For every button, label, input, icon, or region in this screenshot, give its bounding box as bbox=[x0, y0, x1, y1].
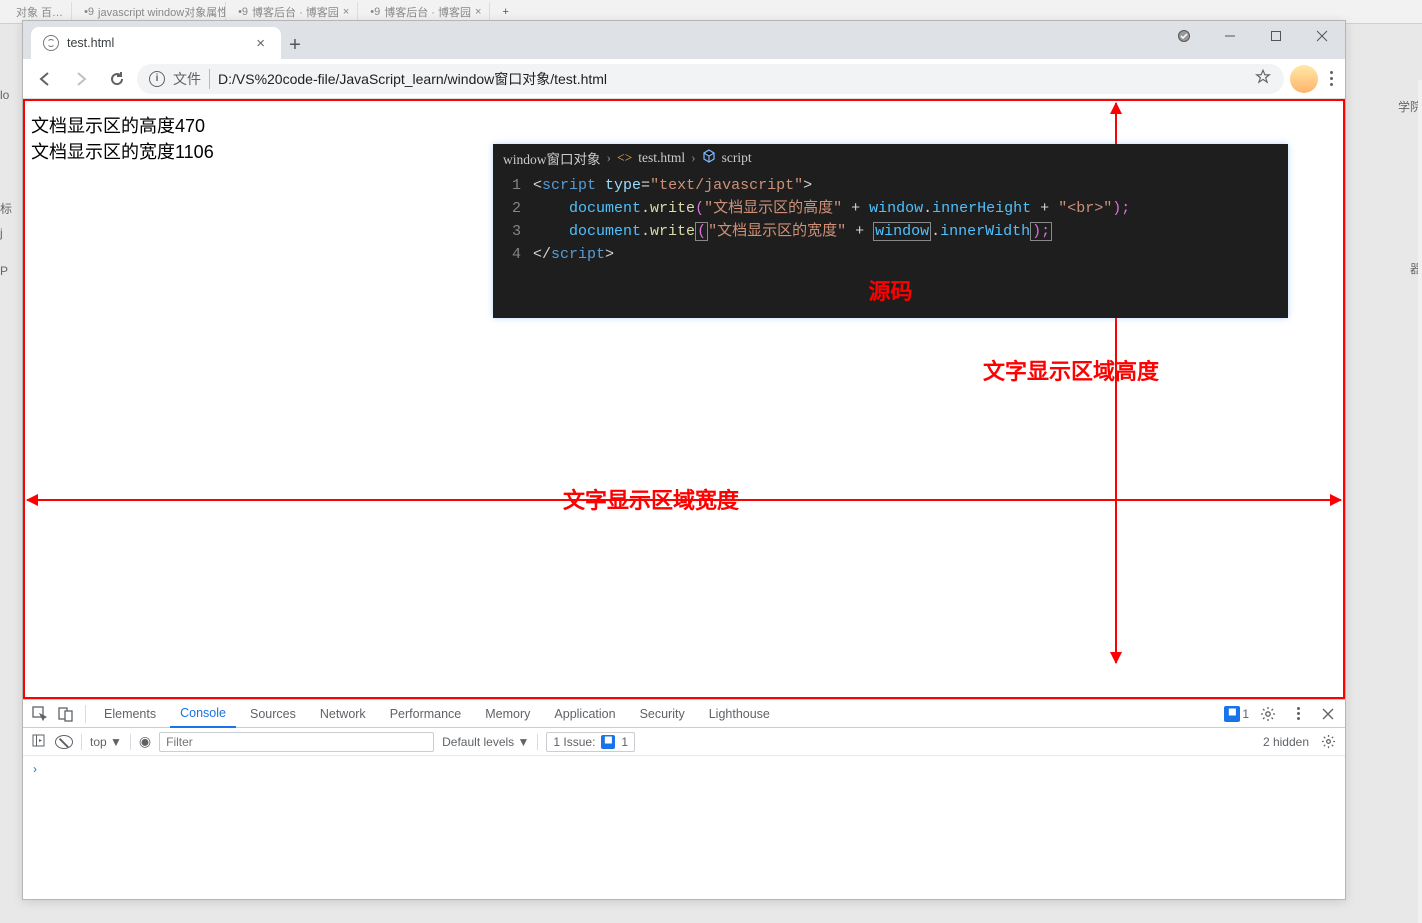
clipped-text: 标 bbox=[0, 200, 12, 217]
crumb: test.html bbox=[638, 150, 685, 166]
window-maximize-button[interactable] bbox=[1253, 21, 1299, 51]
hidden-count: 2 hidden bbox=[1263, 735, 1309, 749]
width-label-annotation: 文字显示区域宽度 bbox=[563, 483, 739, 515]
tab-performance[interactable]: Performance bbox=[380, 701, 472, 727]
tab-lighthouse[interactable]: Lighthouse bbox=[699, 701, 780, 727]
tab-security[interactable]: Security bbox=[630, 701, 695, 727]
tab-memory[interactable]: Memory bbox=[475, 701, 540, 727]
live-expression-icon[interactable]: ◉ bbox=[139, 733, 151, 750]
browser-menu-button[interactable] bbox=[1324, 65, 1339, 92]
issue-badge-icon: ⯀ bbox=[601, 735, 615, 749]
address-bar[interactable]: i 文件 D:/VS%20code-file/JavaScript_learn/… bbox=[137, 64, 1284, 94]
new-tab-button[interactable]: + bbox=[281, 31, 309, 59]
output-line: 文档显示区的宽度1106 bbox=[31, 139, 214, 165]
window-minimize-button[interactable] bbox=[1207, 21, 1253, 51]
devtools-panel: Elements Console Sources Network Perform… bbox=[23, 699, 1345, 899]
cupcake-icon bbox=[1290, 65, 1318, 93]
source-code-label: 源码 bbox=[493, 268, 1288, 306]
file-icon: <> bbox=[617, 150, 632, 166]
browser-window: test.html × + i 文件 D:/VS%20code-file/Jav… bbox=[22, 20, 1346, 900]
console-prompt: › bbox=[33, 762, 37, 776]
window-close-button[interactable] bbox=[1299, 21, 1345, 51]
clear-console-icon[interactable] bbox=[55, 735, 73, 749]
forward-button[interactable] bbox=[65, 63, 97, 95]
issue-badge-icon: ⯀ bbox=[1224, 706, 1240, 722]
bg-tab: •9 博客后台 · 博客园 × bbox=[362, 2, 490, 22]
device-toggle-icon[interactable] bbox=[55, 703, 77, 725]
info-icon[interactable]: i bbox=[149, 71, 165, 87]
crumb: window窗口对象 bbox=[503, 148, 601, 168]
output-line: 文档显示区的高度470 bbox=[31, 113, 214, 139]
tab-strip: test.html × + bbox=[23, 21, 1345, 59]
devtools-tabbar: Elements Console Sources Network Perform… bbox=[23, 700, 1345, 728]
console-settings-icon[interactable] bbox=[1317, 731, 1339, 753]
extension-button[interactable] bbox=[1288, 63, 1320, 95]
browser-tab[interactable]: test.html × bbox=[31, 27, 281, 59]
bg-tab: 对象 百… bbox=[8, 2, 72, 22]
page-viewport: 文档显示区的高度470 文档显示区的宽度1106 文字显示区域高度 文字显示区域… bbox=[23, 99, 1345, 699]
console-sidebar-toggle-icon[interactable] bbox=[29, 734, 47, 750]
bookmark-star-icon[interactable] bbox=[1254, 68, 1272, 89]
browser-toolbar: i 文件 D:/VS%20code-file/JavaScript_learn/… bbox=[23, 59, 1345, 99]
console-body[interactable]: › bbox=[23, 756, 1345, 899]
devtools-close-icon[interactable] bbox=[1317, 703, 1339, 725]
cube-icon bbox=[702, 149, 716, 167]
line-gutter: 1 2 3 4 bbox=[493, 172, 533, 268]
clipped-text: j bbox=[0, 226, 3, 240]
source-code-inset: window窗口对象 › <> test.html › script 1 2 3… bbox=[493, 144, 1288, 318]
devtools-more-icon[interactable] bbox=[1287, 703, 1309, 725]
reload-button[interactable] bbox=[101, 63, 133, 95]
back-button[interactable] bbox=[29, 63, 61, 95]
height-label-annotation: 文字显示区域高度 bbox=[983, 354, 1159, 386]
tab-sources[interactable]: Sources bbox=[240, 701, 306, 727]
log-level-selector[interactable]: Default levels ▼ bbox=[442, 735, 529, 749]
background-sliver bbox=[1418, 80, 1422, 923]
bg-new-tab[interactable]: + bbox=[494, 6, 516, 18]
console-filter-input[interactable] bbox=[159, 732, 434, 752]
issues-box[interactable]: 1 Issue: ⯀ 1 bbox=[546, 732, 635, 752]
editor-breadcrumbs: window窗口对象 › <> test.html › script bbox=[493, 144, 1288, 172]
url-text: D:/VS%20code-file/JavaScript_learn/windo… bbox=[218, 69, 607, 89]
context-selector[interactable]: top ▼ bbox=[90, 735, 122, 749]
tab-elements[interactable]: Elements bbox=[94, 701, 166, 727]
inspect-element-icon[interactable] bbox=[29, 703, 51, 725]
close-tab-button[interactable]: × bbox=[252, 35, 269, 52]
window-extra-button[interactable] bbox=[1161, 21, 1207, 51]
tab-application[interactable]: Application bbox=[544, 701, 625, 727]
tab-network[interactable]: Network bbox=[310, 701, 376, 727]
tab-title: test.html bbox=[67, 36, 114, 50]
tab-console[interactable]: Console bbox=[170, 700, 236, 728]
code-body: <script type="text/javascript"> document… bbox=[533, 172, 1288, 268]
page-output: 文档显示区的高度470 文档显示区的宽度1106 bbox=[31, 113, 214, 165]
issues-indicator[interactable]: ⯀ 1 bbox=[1224, 706, 1249, 722]
console-subbar: top ▼ ◉ Default levels ▼ 1 Issue: ⯀ 1 2 … bbox=[23, 728, 1345, 756]
clipped-text: P bbox=[0, 264, 8, 278]
crumb: script bbox=[722, 150, 752, 166]
scheme-label: 文件 bbox=[173, 69, 210, 89]
bg-tab: •9 javascript window对象属性和… × bbox=[76, 2, 226, 22]
globe-icon bbox=[43, 35, 59, 51]
bg-tab: •9 博客后台 · 博客园 × bbox=[230, 2, 358, 22]
clipped-text: lo bbox=[0, 88, 9, 102]
devtools-settings-icon[interactable] bbox=[1257, 703, 1279, 725]
